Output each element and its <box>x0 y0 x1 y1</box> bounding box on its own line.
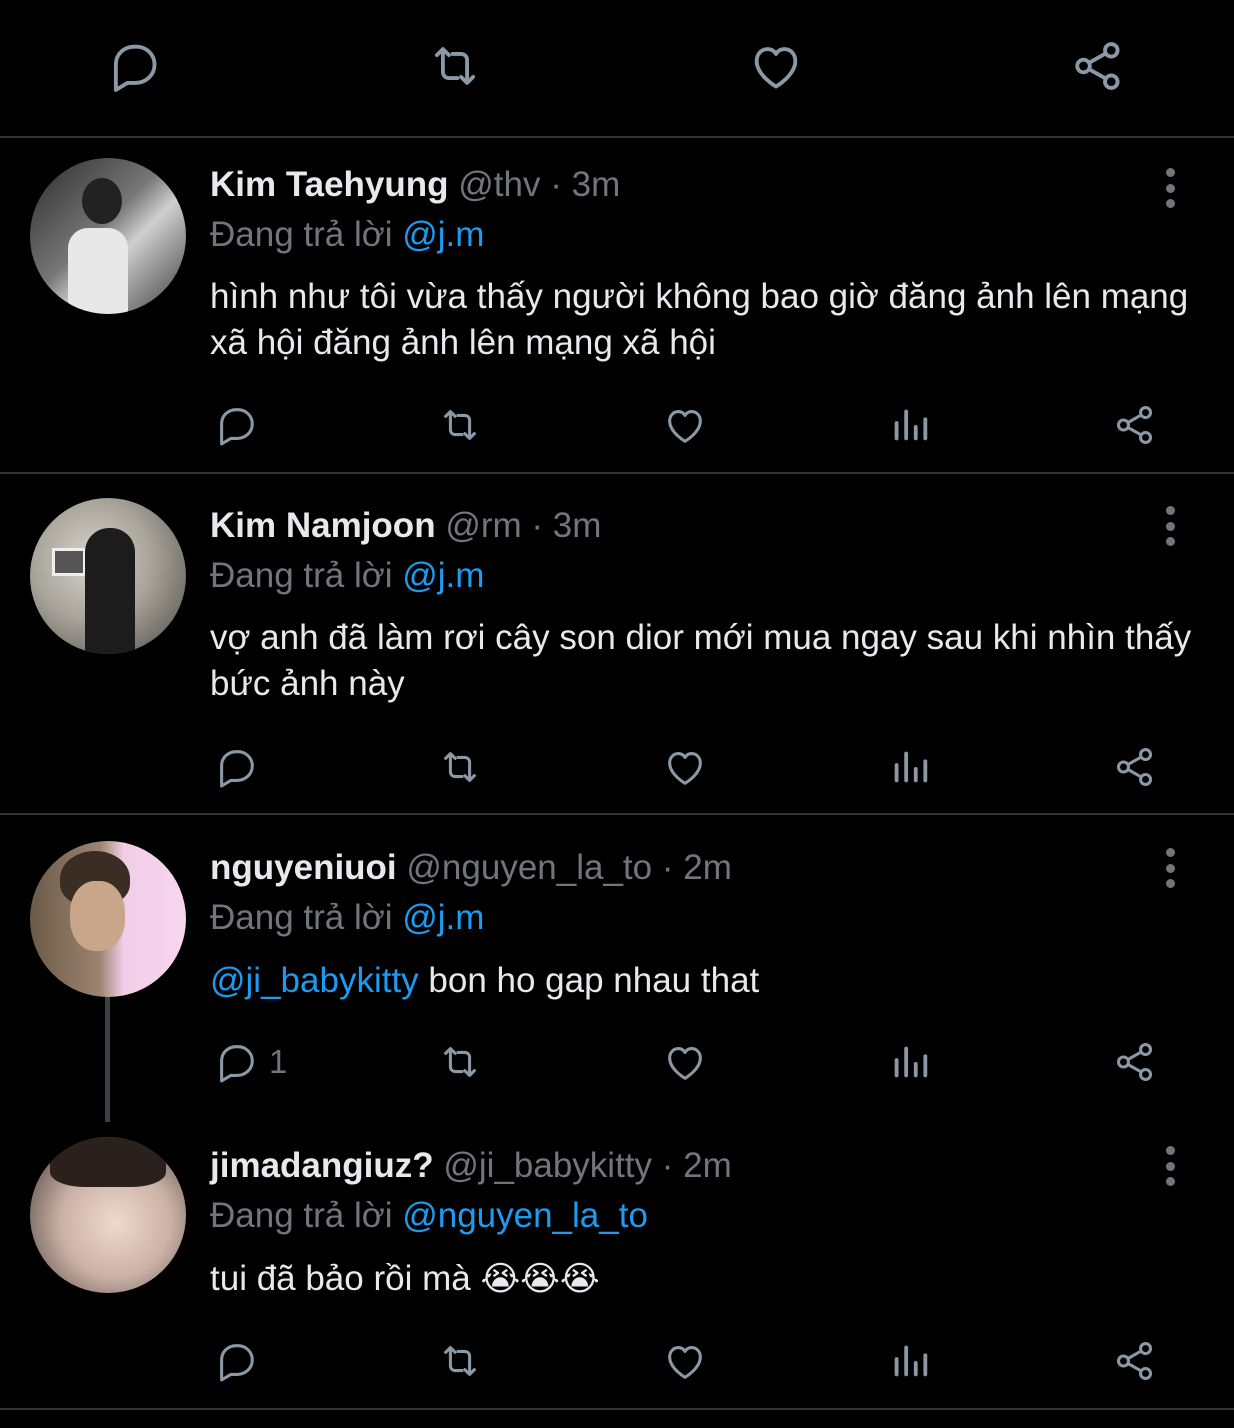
retweet-icon[interactable] <box>437 1336 483 1386</box>
tweet-action-bar <box>0 1336 1234 1386</box>
views-icon[interactable] <box>887 1037 933 1087</box>
reply-tweet[interactable]: Kim Namjoon @rm · 3m Đang trả lời @j.m v… <box>0 474 1234 815</box>
replying-to-label: Đang trả lời <box>210 215 393 254</box>
timestamp[interactable]: 3m <box>572 165 621 204</box>
user-handle[interactable]: @nguyen_la_to <box>406 848 652 887</box>
like-icon[interactable] <box>662 742 708 792</box>
avatar[interactable] <box>30 498 186 654</box>
replying-to-label: Đang trả lời <box>210 1196 393 1235</box>
separator-dot: · <box>550 165 562 204</box>
replying-to: Đang trả lời @nguyen_la_to <box>210 1196 648 1236</box>
separator-dot: · <box>661 1146 674 1185</box>
like-icon[interactable] <box>662 1336 708 1386</box>
views-icon[interactable] <box>887 400 933 450</box>
replying-to-label: Đang trả lời <box>210 898 393 937</box>
avatar-head <box>82 178 122 224</box>
timestamp[interactable]: 2m <box>683 1146 732 1185</box>
more-options-icon[interactable] <box>1155 848 1185 888</box>
tweet-text: tui đã bảo rồi mà 😭😭😭 <box>210 1256 1200 1302</box>
retweet-icon[interactable] <box>437 400 483 450</box>
views-icon[interactable] <box>887 742 933 792</box>
share-icon[interactable] <box>1112 400 1158 450</box>
replying-to-mention[interactable]: @j.m <box>402 215 484 254</box>
like-icon[interactable] <box>662 1037 708 1087</box>
reply-count: 1 <box>269 1043 288 1080</box>
share-icon[interactable] <box>1068 36 1128 96</box>
replying-to: Đang trả lời @j.m <box>210 215 484 255</box>
reply-tweet[interactable]: Kim Taehyung @thv · 3m Đang trả lời @j.m… <box>0 138 1234 474</box>
user-handle[interactable]: @thv <box>458 165 540 204</box>
tweet-text-content: tui đã bảo rồi mà <box>210 1259 481 1298</box>
reply-icon[interactable] <box>104 36 164 96</box>
tweet-text: vợ anh đã làm rơi cây son dior mới mua n… <box>210 618 1192 703</box>
reply-icon[interactable]: 1 <box>213 1037 287 1087</box>
main-tweet-action-bar <box>0 0 1234 138</box>
timestamp[interactable]: 3m <box>553 506 602 545</box>
tweet-header: jimadangiuz? @ji_babykitty · 2m <box>210 1146 732 1186</box>
more-options-icon[interactable] <box>1155 168 1185 208</box>
tweet-text-content: bon ho gap nhau that <box>418 961 760 1000</box>
avatar-figure <box>68 228 128 314</box>
retweet-icon[interactable] <box>437 1037 483 1087</box>
more-options-icon[interactable] <box>1155 506 1185 546</box>
avatar-figure <box>85 528 135 654</box>
tweet-action-bar: 1 <box>0 1037 1234 1087</box>
replying-to-label: Đang trả lời <box>210 556 393 595</box>
crying-emoji: 😭😭😭 <box>480 1260 600 1298</box>
user-handle[interactable]: @rm <box>445 506 521 545</box>
views-icon[interactable] <box>887 1336 933 1386</box>
like-icon[interactable] <box>662 400 708 450</box>
tweet-text: hình như tôi vừa thấy người không bao gi… <box>210 277 1189 362</box>
reply-tweet[interactable]: jimadangiuz? @ji_babykitty · 2m Đang trả… <box>0 1115 1234 1410</box>
avatar-frame <box>52 548 86 576</box>
share-icon[interactable] <box>1112 742 1158 792</box>
tweet-header: Kim Namjoon @rm · 3m <box>210 506 601 546</box>
tweet-action-bar <box>0 742 1234 792</box>
like-icon[interactable] <box>746 36 806 96</box>
body-mention[interactable]: @ji_babykitty <box>210 961 419 1000</box>
display-name[interactable]: Kim Namjoon <box>210 506 436 545</box>
separator-dot: · <box>661 848 674 887</box>
tweet-header: nguyeniuoi @nguyen_la_to · 2m <box>210 848 732 888</box>
avatar[interactable] <box>30 158 186 314</box>
reply-icon[interactable] <box>213 1336 269 1386</box>
display-name[interactable]: Kim Taehyung <box>210 165 449 204</box>
reply-icon[interactable] <box>213 400 269 450</box>
replying-to: Đang trả lời @j.m <box>210 556 484 596</box>
tweet-header: Kim Taehyung @thv · 3m <box>210 165 620 205</box>
avatar-face <box>70 881 125 951</box>
timestamp[interactable]: 2m <box>683 848 732 887</box>
retweet-icon[interactable] <box>437 742 483 792</box>
reply-icon[interactable] <box>213 742 269 792</box>
display-name[interactable]: jimadangiuz? <box>210 1146 434 1185</box>
reply-tweet[interactable]: nguyeniuoi @nguyen_la_to · 2m Đang trả l… <box>0 815 1234 1122</box>
avatar[interactable] <box>30 1137 186 1293</box>
replying-to-mention[interactable]: @j.m <box>402 898 484 937</box>
more-options-icon[interactable] <box>1155 1146 1185 1186</box>
share-icon[interactable] <box>1112 1336 1158 1386</box>
separator-dot: · <box>531 506 544 545</box>
display-name[interactable]: nguyeniuoi <box>210 848 397 887</box>
avatar-hair <box>50 1137 166 1187</box>
tweet-action-bar <box>0 400 1234 450</box>
replying-to-mention[interactable]: @nguyen_la_to <box>402 1196 648 1235</box>
share-icon[interactable] <box>1112 1037 1158 1087</box>
tweet-text: @ji_babykitty bon ho gap nhau that <box>210 958 1200 1004</box>
user-handle[interactable]: @ji_babykitty <box>443 1146 652 1185</box>
replying-to: Đang trả lời @j.m <box>210 898 484 938</box>
replying-to-mention[interactable]: @j.m <box>402 556 484 595</box>
retweet-icon[interactable] <box>425 36 485 96</box>
avatar[interactable] <box>30 841 186 997</box>
